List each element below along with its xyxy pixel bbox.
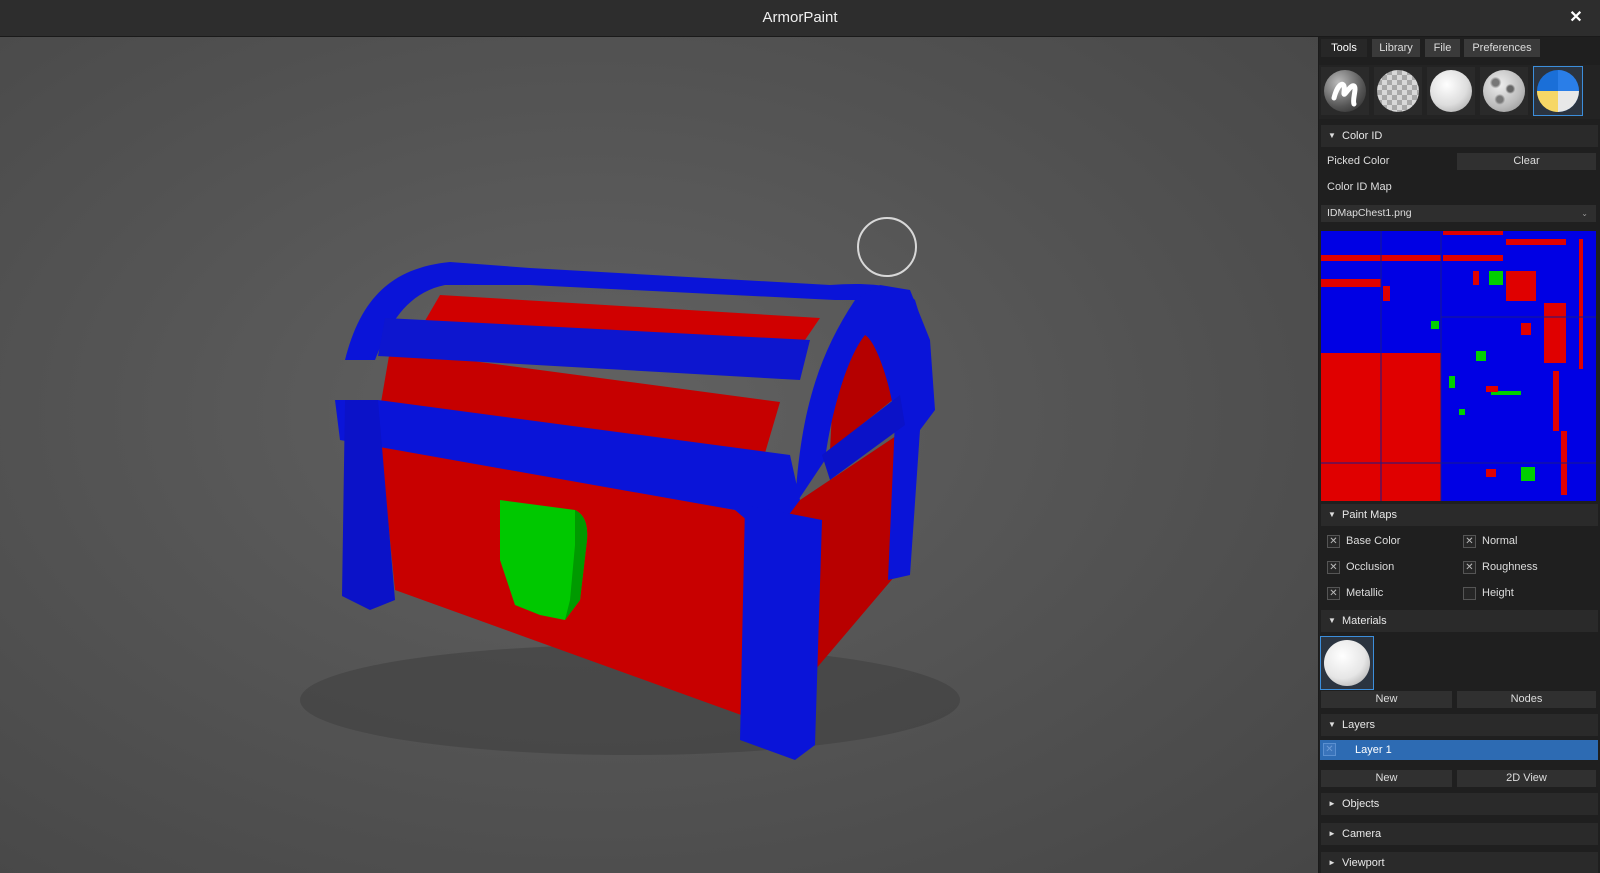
- tool-brush[interactable]: [1321, 67, 1369, 115]
- new-layer-button[interactable]: New: [1321, 770, 1452, 787]
- tab-library[interactable]: Library: [1372, 39, 1420, 57]
- tool-fill[interactable]: [1427, 67, 1475, 115]
- 3d-viewport[interactable]: [0, 37, 1318, 873]
- chest-model[interactable]: [0, 37, 1318, 873]
- tab-preferences[interactable]: Preferences: [1464, 39, 1540, 57]
- height-checkbox[interactable]: [1463, 587, 1476, 600]
- section-materials[interactable]: ▼ Materials: [1321, 610, 1598, 632]
- color-id-map-preview[interactable]: [1321, 231, 1596, 501]
- height-label: Height: [1482, 587, 1514, 599]
- base-color-label: Base Color: [1346, 535, 1401, 547]
- normal-label: Normal: [1482, 535, 1518, 547]
- window-title: ArmorPaint: [762, 9, 838, 26]
- color-id-map-label: Color ID Map: [1327, 181, 1392, 193]
- section-paint-maps[interactable]: ▼ Paint Maps: [1321, 504, 1598, 526]
- metallic-label: Metallic: [1346, 587, 1384, 599]
- roughness-label: Roughness: [1482, 561, 1538, 573]
- tool-colorid[interactable]: [1533, 66, 1583, 116]
- nodes-button[interactable]: Nodes: [1457, 691, 1596, 708]
- section-title: Materials: [1342, 615, 1387, 627]
- occlusion-checkbox[interactable]: ✕: [1327, 561, 1340, 574]
- color-id-map-select[interactable]: IDMapChest1.png ⌄: [1321, 205, 1596, 222]
- section-title: Camera: [1342, 828, 1382, 840]
- material-slot[interactable]: [1320, 636, 1374, 690]
- normal-checkbox[interactable]: ✕: [1463, 535, 1476, 548]
- expand-arrow-icon: ▼: [1328, 616, 1336, 625]
- tab-file[interactable]: File: [1425, 39, 1460, 57]
- collapse-arrow-icon: ►: [1328, 799, 1336, 808]
- layer-name: Layer 1: [1355, 744, 1392, 756]
- title-bar: ArmorPaint ✕: [0, 0, 1600, 37]
- clear-button[interactable]: Clear: [1457, 153, 1596, 170]
- section-viewport[interactable]: ► Viewport: [1321, 852, 1598, 873]
- expand-arrow-icon: ▼: [1328, 510, 1336, 519]
- picked-color-label: Picked Color: [1327, 155, 1390, 167]
- brush-cursor: [857, 217, 917, 277]
- side-panel: Tools Library File Preferences ▼ Color I…: [1319, 37, 1600, 873]
- colorid-icon: [1537, 70, 1579, 112]
- decal-icon: [1483, 70, 1525, 112]
- fill-icon: [1430, 70, 1472, 112]
- section-objects[interactable]: ► Objects: [1321, 793, 1598, 815]
- tool-bar: [1319, 65, 1600, 119]
- section-title: Paint Maps: [1342, 509, 1398, 521]
- expand-arrow-icon: ▼: [1328, 720, 1336, 729]
- section-layers[interactable]: ▼ Layers: [1321, 714, 1598, 736]
- section-color-id[interactable]: ▼ Color ID: [1321, 125, 1598, 147]
- section-title: Layers: [1342, 719, 1376, 731]
- collapse-arrow-icon: ►: [1328, 858, 1336, 867]
- expand-arrow-icon: ▼: [1328, 131, 1336, 140]
- new-material-button[interactable]: New: [1321, 691, 1452, 708]
- id-map-image: [1321, 231, 1596, 501]
- section-title: Objects: [1342, 798, 1380, 810]
- 2d-view-button[interactable]: 2D View: [1457, 770, 1596, 787]
- roughness-checkbox[interactable]: ✕: [1463, 561, 1476, 574]
- collapse-arrow-icon: ►: [1328, 829, 1336, 838]
- close-icon[interactable]: ✕: [1562, 4, 1590, 32]
- section-title: Color ID: [1342, 130, 1383, 142]
- section-title: Viewport: [1342, 857, 1385, 869]
- chevron-down-icon: ⌄: [1581, 209, 1588, 218]
- color-id-map-value: IDMapChest1.png: [1327, 207, 1412, 219]
- base-color-checkbox[interactable]: ✕: [1327, 535, 1340, 548]
- layer-row[interactable]: ✕ Layer 1: [1320, 740, 1598, 760]
- tool-eraser[interactable]: [1374, 67, 1422, 115]
- metallic-checkbox[interactable]: ✕: [1327, 587, 1340, 600]
- tab-tools[interactable]: Tools: [1321, 39, 1367, 57]
- brush-icon: [1324, 70, 1366, 112]
- tool-decal[interactable]: [1480, 67, 1528, 115]
- material-preview-sphere: [1324, 640, 1370, 686]
- section-camera[interactable]: ► Camera: [1321, 823, 1598, 845]
- occlusion-label: Occlusion: [1346, 561, 1395, 573]
- layer-visibility-checkbox[interactable]: ✕: [1323, 743, 1336, 756]
- eraser-icon: [1377, 70, 1419, 112]
